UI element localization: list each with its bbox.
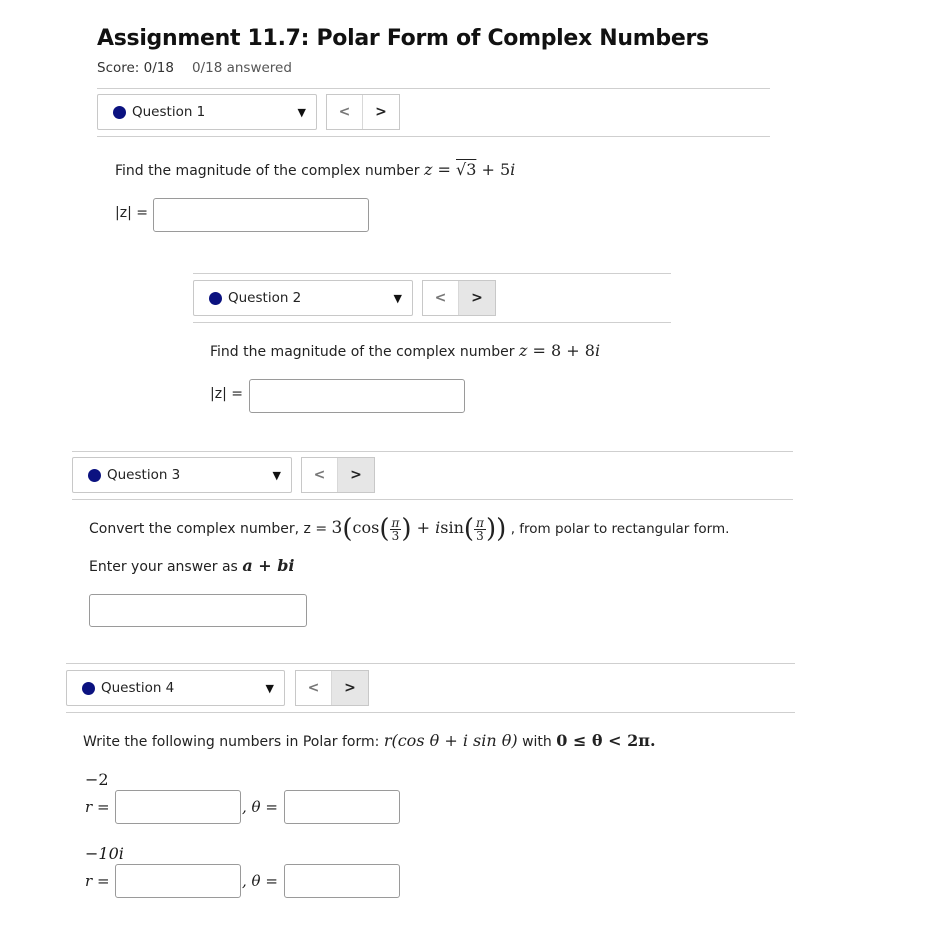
next-question-button[interactable]: > xyxy=(332,671,368,705)
caret-down-icon: ▼ xyxy=(297,105,306,119)
prev-question-button[interactable]: < xyxy=(327,95,363,129)
question-1-prompt: Find the magnitude of the complex number… xyxy=(115,160,515,179)
range-math: 0 ≤ θ < 2π. xyxy=(556,731,656,750)
status-dot-icon xyxy=(113,105,126,119)
next-question-button[interactable]: > xyxy=(459,281,495,315)
r-label: r = xyxy=(85,798,110,816)
question-4-select[interactable]: Question 4 ▼ xyxy=(66,670,285,706)
hint-math: a + bi xyxy=(242,556,295,575)
question-3-prompt: Convert the complex number, z = 3(cos(π 3… xyxy=(89,514,730,544)
question-2-select[interactable]: Question 2 ▼ xyxy=(193,280,413,316)
divider xyxy=(97,136,770,137)
prompt-text: Find the magnitude of the complex number xyxy=(210,344,515,360)
coef: 3 xyxy=(331,518,343,538)
prompt-text: Find the magnitude of the complex number xyxy=(115,163,420,179)
page-title: Assignment 11.7: Polar Form of Complex N… xyxy=(97,26,709,51)
next-question-button[interactable]: > xyxy=(338,458,374,492)
fraction-pi-3: π3 xyxy=(389,515,402,543)
prev-question-button[interactable]: < xyxy=(296,671,332,705)
score-text: Score: 0/18 xyxy=(97,60,174,76)
expr-rest: = 8 + 8 xyxy=(527,341,595,360)
with-text: with xyxy=(522,734,552,750)
item-2-r-input[interactable] xyxy=(115,864,241,898)
question-4-prompt: Write the following numbers in Polar for… xyxy=(83,731,656,750)
magnitude-label: |z| = xyxy=(210,386,243,402)
var-i: i xyxy=(510,160,516,179)
answered-text: 0/18 answered xyxy=(191,60,292,76)
question-3-label: Question 3 xyxy=(107,467,181,483)
question-2-nav: < > xyxy=(422,280,496,316)
var-i: i xyxy=(594,341,601,360)
eq-sign: = xyxy=(432,160,456,179)
caret-down-icon: ▼ xyxy=(393,291,402,305)
caret-down-icon: ▼ xyxy=(265,681,274,695)
prev-question-button[interactable]: < xyxy=(423,281,459,315)
number-item-1: −2 xyxy=(85,770,109,789)
fraction-pi-3: π3 xyxy=(474,517,486,542)
divider xyxy=(193,273,671,274)
next-question-button[interactable]: > xyxy=(363,95,399,129)
question-1-answer-input[interactable] xyxy=(153,198,369,232)
item-2-theta-input[interactable] xyxy=(284,864,400,898)
score-line: Score: 0/18 0/18 answered xyxy=(97,60,292,76)
item-1-r-input[interactable] xyxy=(115,790,241,824)
question-3-nav: < > xyxy=(301,457,375,493)
question-1-label: Question 1 xyxy=(132,104,206,120)
divider xyxy=(72,499,793,500)
theta-label: , θ = xyxy=(242,798,278,816)
caret-down-icon: ▼ xyxy=(272,468,281,482)
enter-answer-hint: Enter your answer as a + bi xyxy=(89,556,295,575)
divider xyxy=(66,663,795,664)
question-4-nav: < > xyxy=(295,670,369,706)
question-1-nav: < > xyxy=(326,94,400,130)
denominator: 3 xyxy=(391,528,400,543)
denominator: 3 xyxy=(476,528,484,543)
status-dot-icon xyxy=(82,681,95,695)
divider xyxy=(193,322,671,323)
question-2-prompt: Find the magnitude of the complex number… xyxy=(210,341,600,360)
r-label: r = xyxy=(85,872,110,890)
theta-label: , θ = xyxy=(242,872,278,890)
question-3-select[interactable]: Question 3 ▼ xyxy=(72,457,292,493)
number-item-2: −10i xyxy=(85,844,124,863)
magnitude-label: |z| = xyxy=(115,205,148,221)
divider xyxy=(66,712,795,713)
prev-question-button[interactable]: < xyxy=(302,458,338,492)
numerator: π xyxy=(389,515,402,530)
divider xyxy=(72,451,793,452)
polar-form-math: r(cos θ + i sin θ) xyxy=(383,731,518,750)
question-1-select[interactable]: Question 1 ▼ xyxy=(97,94,317,130)
question-2-label: Question 2 xyxy=(228,290,302,306)
question-2-answer-input[interactable] xyxy=(249,379,465,413)
cos-fn: cos xyxy=(352,518,380,537)
question-4-label: Question 4 xyxy=(101,680,175,696)
numerator: π xyxy=(474,515,486,530)
prompt-text: Convert the complex number, z = xyxy=(89,521,328,537)
sin-fn: sin xyxy=(440,518,464,537)
question-3-answer-input[interactable] xyxy=(89,594,307,627)
expr-rest: + 5 xyxy=(476,160,511,179)
hint-text: Enter your answer as xyxy=(89,559,238,575)
divider xyxy=(97,88,770,89)
status-dot-icon xyxy=(88,468,101,482)
item-1-theta-input[interactable] xyxy=(284,790,400,824)
prompt-text: Write the following numbers in Polar for… xyxy=(83,734,380,750)
sqrt-3: √3 xyxy=(456,160,477,179)
plus-sign: + xyxy=(411,518,436,537)
status-dot-icon xyxy=(209,291,222,305)
prompt-end: , from polar to rectangular form. xyxy=(510,521,730,537)
